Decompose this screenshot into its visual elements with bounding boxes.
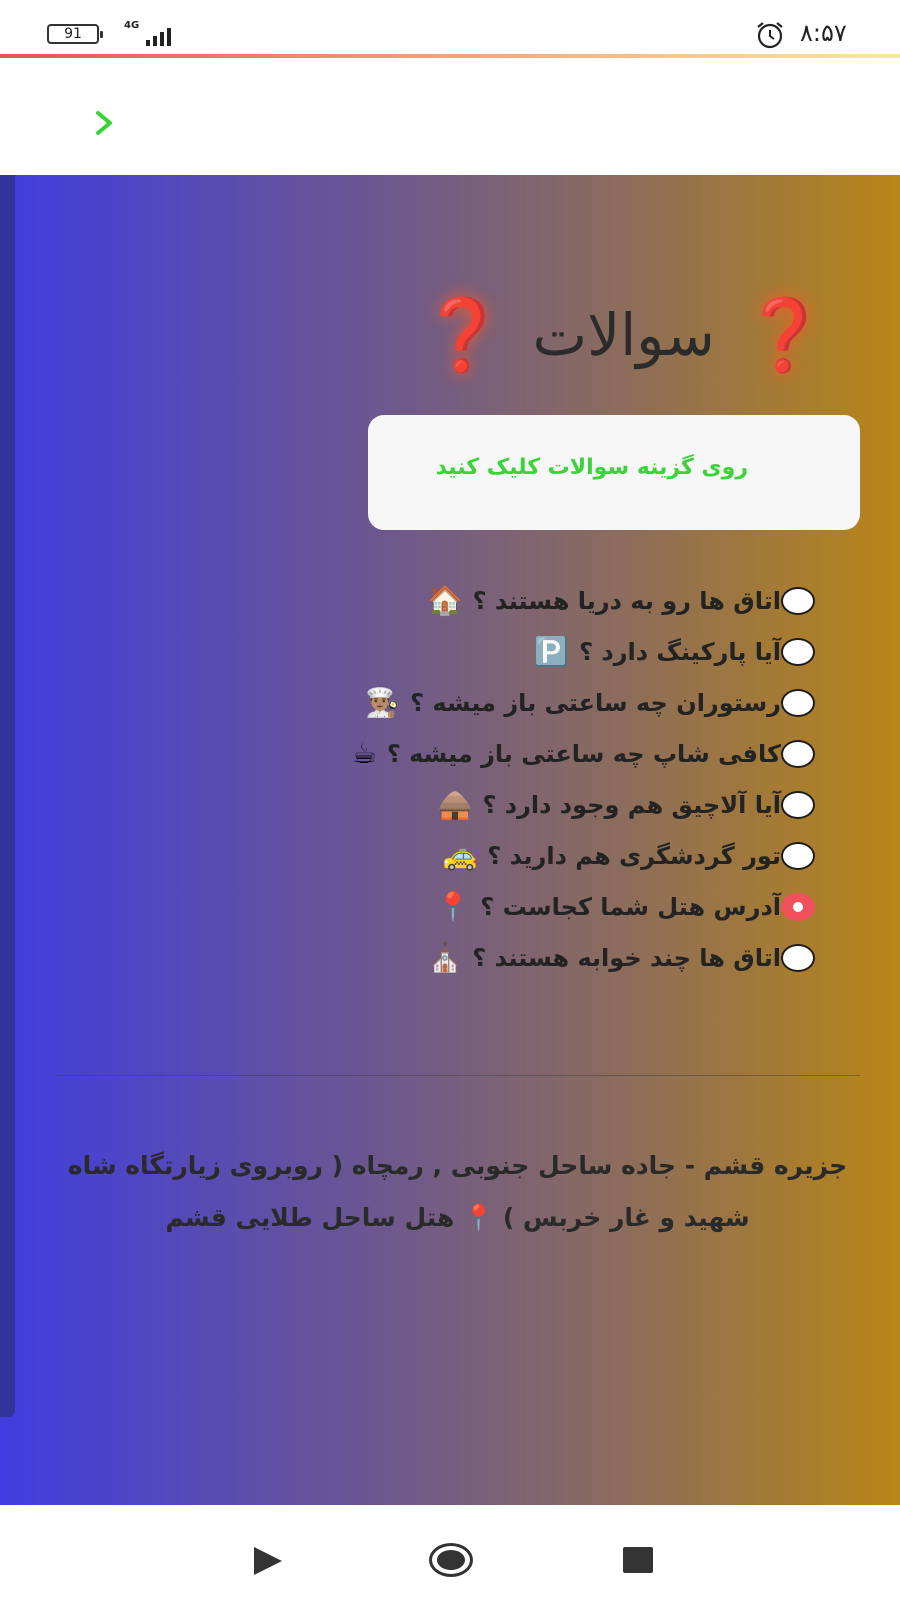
answer-text: جزیره قشم - جاده ساحل جنوبی , رمچاه ( رو… — [55, 1140, 860, 1244]
option-label: آدرس هتل شما کجاست ؟ — [480, 892, 781, 921]
taxi-icon: 🚕 — [442, 839, 478, 872]
option-label: اتاق ها رو به دریا هستند ؟ — [472, 586, 781, 615]
option-label: رستوران چه ساعتی باز میشه ؟ — [410, 688, 781, 717]
pin-icon: 📍 — [435, 890, 471, 923]
radio-button[interactable] — [781, 841, 815, 870]
battery-level: 91 — [64, 26, 82, 42]
battery-icon: 91 — [47, 24, 103, 44]
option-bedrooms[interactable]: اتاق ها چند خوابه هستند ؟ ⛪ — [215, 932, 815, 983]
option-label: آیا پارکینگ دارد ؟ — [579, 637, 781, 666]
divider — [55, 1075, 860, 1076]
answer-line-1: جزیره قشم - جاده ساحل جنوبی , رمچاه ( رو… — [67, 1151, 848, 1180]
radio-button[interactable] — [781, 739, 815, 768]
home-circle-icon[interactable] — [429, 1543, 473, 1577]
building-icon: ⛪ — [427, 941, 463, 974]
option-label: تور گردشگری هم دارید ؟ — [487, 841, 781, 870]
option-label: آیا آلاچیق هم وجود دارد ؟ — [482, 790, 782, 819]
radio-button[interactable] — [781, 688, 815, 717]
system-nav-bar — [0, 1505, 900, 1600]
title-text: سوالات — [532, 301, 715, 369]
alarm-clock-icon — [757, 22, 783, 49]
question-mark-icon: ❓ — [740, 294, 828, 376]
status-bar: 91 4G ۸:۵۷ — [0, 0, 900, 54]
option-address[interactable]: آدرس هتل شما کجاست ؟ 📍 — [215, 881, 815, 932]
recent-square-icon[interactable] — [623, 1547, 653, 1573]
parking-icon: 🅿️ — [534, 635, 570, 668]
main-content: ❓ سوالات ❓ روی گزینه سوالات کلیک کنید ات… — [0, 175, 900, 1505]
option-parking[interactable]: آیا پارکینگ دارد ؟ 🅿️ — [215, 626, 815, 677]
hut-icon: 🛖 — [437, 788, 473, 821]
radio-button[interactable] — [781, 586, 815, 615]
question-mark-icon: ❓ — [419, 294, 507, 376]
option-label: اتاق ها چند خوابه هستند ؟ — [472, 943, 781, 972]
chevron-right-icon[interactable] — [92, 108, 116, 138]
status-time: ۸:۵۷ — [800, 19, 847, 47]
instruction-text: روی گزینه سوالات کلیک کنید — [435, 455, 748, 480]
coffee-icon: ☕ — [351, 737, 377, 770]
radio-button[interactable] — [781, 637, 815, 666]
option-gazebo[interactable]: آیا آلاچیق هم وجود دارد ؟ 🛖 — [215, 779, 815, 830]
radio-button-selected[interactable] — [781, 892, 815, 921]
option-coffee-shop[interactable]: کافی شاپ چه ساعتی باز میشه ؟ ☕ — [215, 728, 815, 779]
chef-icon: 👨🏽‍🍳 — [365, 686, 401, 719]
option-tour[interactable]: تور گردشگری هم دارید ؟ 🚕 — [215, 830, 815, 881]
app-header — [0, 58, 900, 175]
page-title: ❓ سوالات ❓ — [419, 300, 828, 370]
option-sea-view[interactable]: اتاق ها رو به دریا هستند ؟ 🏠 — [215, 575, 815, 626]
radio-button[interactable] — [781, 790, 815, 819]
radio-button[interactable] — [781, 943, 815, 972]
house-icon: 🏠 — [427, 584, 463, 617]
question-options: اتاق ها رو به دریا هستند ؟ 🏠 آیا پارکینگ… — [215, 575, 815, 983]
instruction-card: روی گزینه سوالات کلیک کنید — [368, 415, 860, 530]
option-label: کافی شاپ چه ساعتی باز میشه ؟ — [386, 739, 781, 768]
back-triangle-icon[interactable] — [254, 1547, 282, 1575]
signal-icon: 4G — [124, 20, 174, 46]
answer-line-2: شهید و غار خربس ) 📍 هتل ساحل طلایی قشم — [165, 1203, 750, 1232]
network-type: 4G — [124, 20, 140, 31]
option-restaurant[interactable]: رستوران چه ساعتی باز میشه ؟ 👨🏽‍🍳 — [215, 677, 815, 728]
signal-bars — [146, 26, 171, 46]
side-scrollbar[interactable] — [0, 175, 15, 1417]
